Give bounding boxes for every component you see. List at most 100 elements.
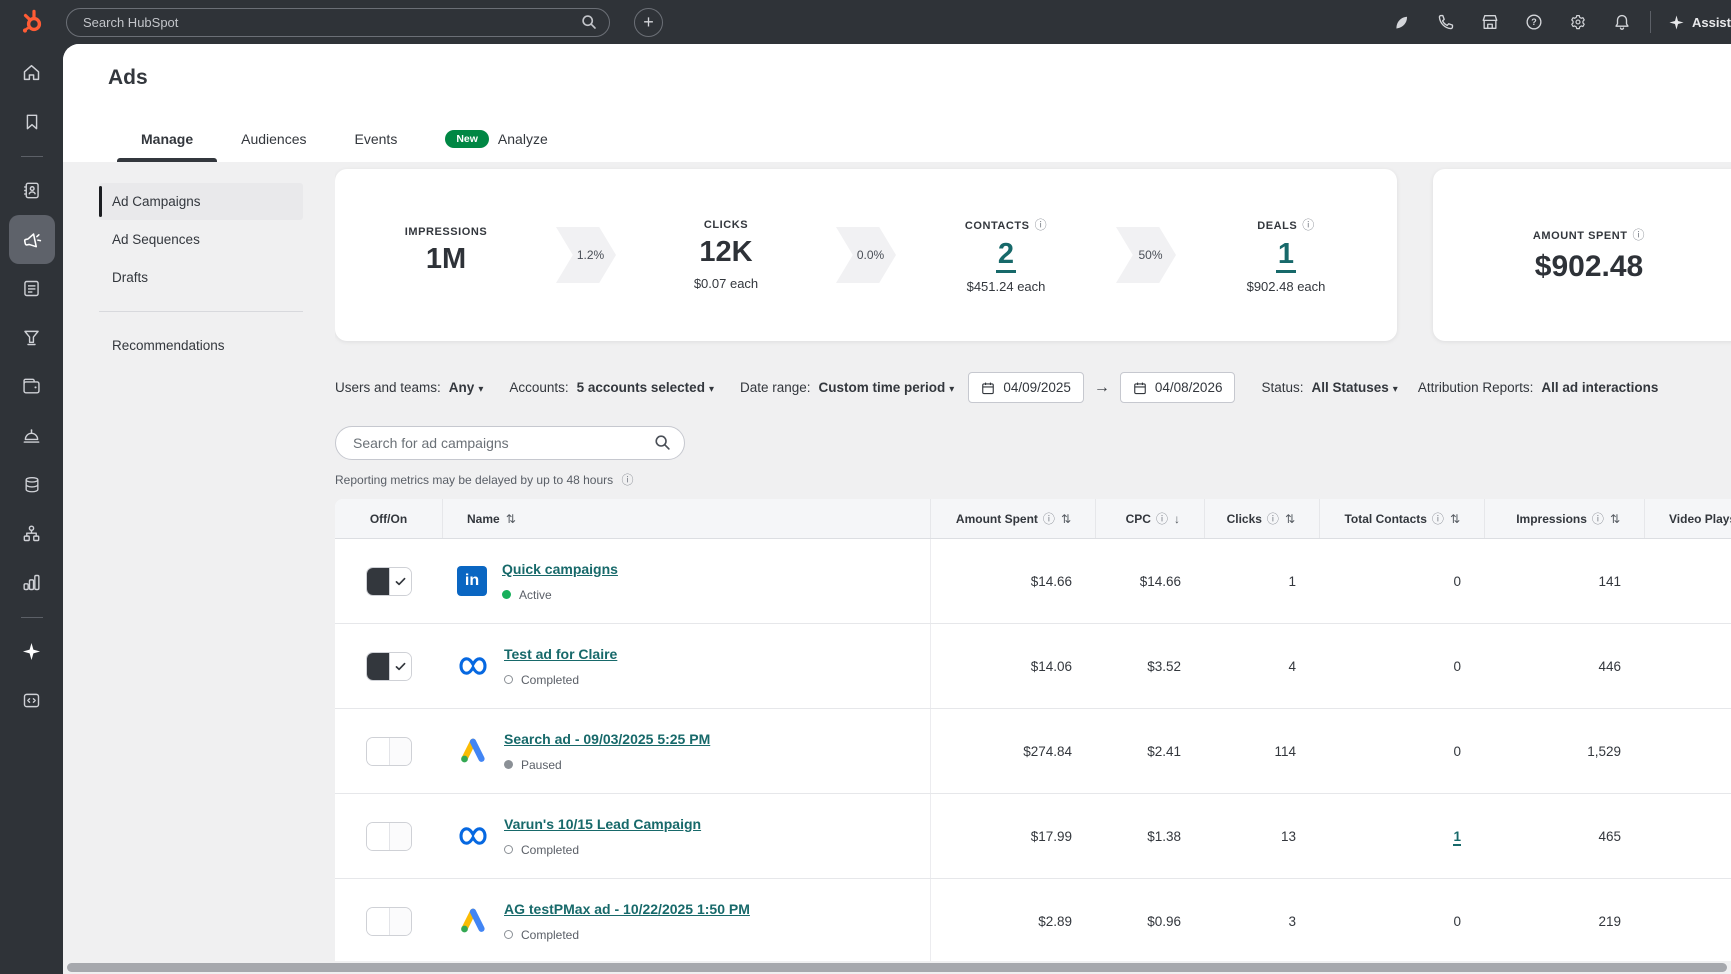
global-search-input[interactable] <box>66 8 610 37</box>
page-title: Ads <box>108 66 148 90</box>
nav-automation-icon[interactable] <box>9 509 55 558</box>
date-range-dropdown[interactable]: Custom time period▾ <box>819 380 955 395</box>
metric-label: CONTACTSⓘ <box>911 216 1101 233</box>
deals-count-link[interactable]: 1 <box>1276 238 1296 273</box>
info-icon[interactable]: ⓘ <box>1592 510 1604 527</box>
metric-clicks: CLICKS 12K $0.07 each <box>631 219 821 291</box>
tab-audiences[interactable]: Audiences <box>217 130 330 163</box>
nav-home-icon[interactable] <box>9 48 55 97</box>
sort-icon[interactable]: ⇅ <box>1610 512 1620 526</box>
hubspot-logo-icon[interactable] <box>19 9 45 35</box>
subnav-item-ad-sequences[interactable]: Ad Sequences <box>99 221 303 258</box>
campaign-name-link[interactable]: Search ad - 09/03/2025 5:25 PM <box>504 731 710 747</box>
column-header-name[interactable]: Name⇅ <box>443 499 931 538</box>
campaign-toggle[interactable] <box>366 822 412 851</box>
nav-sales-icon[interactable] <box>9 313 55 362</box>
nav-breeze-ai-icon[interactable] <box>9 627 55 676</box>
column-header-impressions[interactable]: Impressionsⓘ⇅ <box>1485 499 1645 538</box>
name-cell: Varun's 10/15 Lead Campaign Completed <box>443 794 931 878</box>
clicks-cell: 4 <box>1205 659 1320 674</box>
sort-icon[interactable]: ⇅ <box>1450 512 1460 526</box>
total-contacts-link[interactable]: 1 <box>1453 829 1461 846</box>
tab-analyze[interactable]: New Analyze <box>421 130 571 163</box>
subnav-item-ad-campaigns[interactable]: Ad Campaigns <box>99 183 303 220</box>
sort-icon[interactable]: ⇅ <box>1061 512 1071 526</box>
clicks-cell: 1 <box>1205 574 1320 589</box>
name-cell: AG testPMax ad - 10/22/2025 1:50 PM Comp… <box>443 879 931 963</box>
clicks-cell: 13 <box>1205 829 1320 844</box>
content-area: Ad Campaigns Ad Sequences Drafts Recomme… <box>63 162 1731 974</box>
nav-service-icon[interactable] <box>9 411 55 460</box>
linkedin-icon: in <box>457 566 487 596</box>
info-icon[interactable]: ⓘ <box>1267 510 1279 527</box>
subnav-item-recommendations[interactable]: Recommendations <box>99 327 303 364</box>
accounts-dropdown[interactable]: 5 accounts selected▾ <box>577 380 714 395</box>
column-header-amount-spent[interactable]: Amount Spentⓘ⇅ <box>931 499 1096 538</box>
column-header-video-plays[interactable]: Video Plays <box>1645 499 1731 538</box>
info-icon[interactable]: ⓘ <box>1035 218 1048 232</box>
status-label: Active <box>519 588 552 602</box>
campaign-name-link[interactable]: AG testPMax ad - 10/22/2025 1:50 PM <box>504 901 750 917</box>
campaign-toggle[interactable] <box>366 567 412 596</box>
info-icon[interactable]: ⓘ <box>622 473 634 487</box>
info-icon[interactable]: ⓘ <box>1302 218 1315 232</box>
status-label: Completed <box>521 843 579 857</box>
tab-events[interactable]: Events <box>331 130 422 163</box>
sort-icon[interactable]: ↓ <box>1174 512 1180 526</box>
column-header-cpc[interactable]: CPCⓘ↓ <box>1096 499 1205 538</box>
calling-icon[interactable] <box>1436 12 1456 32</box>
scrollbar-thumb[interactable] <box>67 963 1727 972</box>
amount-spent-value: $902.48 <box>1535 250 1643 284</box>
settings-icon[interactable] <box>1568 12 1588 32</box>
campaign-name-link[interactable]: Quick campaigns <box>502 561 618 577</box>
assist-button[interactable]: Assist <box>1669 15 1731 30</box>
status-label: Completed <box>521 928 579 942</box>
campaign-search-input[interactable] <box>335 426 685 460</box>
tab-manage[interactable]: Manage <box>117 130 217 163</box>
meta-icon <box>457 650 489 682</box>
info-icon[interactable]: ⓘ <box>1633 228 1646 242</box>
start-date-input[interactable]: 04/09/2025 <box>968 372 1084 403</box>
campaign-toggle[interactable] <box>366 652 412 681</box>
subnav-item-drafts[interactable]: Drafts <box>99 259 303 296</box>
users-teams-dropdown[interactable]: Any▾ <box>449 380 484 395</box>
status-dot-icon <box>504 845 513 854</box>
nav-content-icon[interactable] <box>9 264 55 313</box>
status-dropdown[interactable]: All Statuses▾ <box>1312 380 1398 395</box>
nav-developer-icon[interactable] <box>9 676 55 725</box>
marketplace-icon[interactable] <box>1480 12 1500 32</box>
nav-reporting-icon[interactable] <box>9 558 55 607</box>
campaign-name-link[interactable]: Varun's 10/15 Lead Campaign <box>504 816 701 832</box>
end-date-input[interactable]: 04/08/2026 <box>1120 372 1236 403</box>
create-button[interactable]: + <box>634 8 663 37</box>
campaign-toggle[interactable] <box>366 907 412 936</box>
info-icon[interactable]: ⓘ <box>1043 510 1055 527</box>
help-icon[interactable]: ? <box>1524 12 1544 32</box>
nav-marketing-icon[interactable] <box>9 215 55 264</box>
date-range-label: Date range: <box>740 380 811 395</box>
campaign-name-link[interactable]: Test ad for Claire <box>504 646 617 662</box>
attribution-dropdown[interactable]: All ad interactions <box>1541 380 1658 395</box>
nav-data-icon[interactable] <box>9 460 55 509</box>
metric-label: CLICKS <box>631 219 821 231</box>
column-header-total-contacts[interactable]: Total Contactsⓘ⇅ <box>1320 499 1485 538</box>
column-header-clicks[interactable]: Clicksⓘ⇅ <box>1205 499 1320 538</box>
rail-divider <box>21 156 43 157</box>
check-icon <box>394 575 407 588</box>
copilot-icon[interactable] <box>1392 12 1412 32</box>
sort-icon[interactable]: ⇅ <box>506 512 516 526</box>
impressions-cell: 446 <box>1485 659 1645 674</box>
column-header-off-on[interactable]: Off/On <box>335 499 443 538</box>
info-icon[interactable]: ⓘ <box>1156 510 1168 527</box>
name-cell: Search ad - 09/03/2025 5:25 PM Paused <box>443 709 931 793</box>
cpc-cell: $2.41 <box>1096 744 1205 759</box>
nav-crm-contacts-icon[interactable] <box>9 166 55 215</box>
campaign-toggle[interactable] <box>366 737 412 766</box>
contacts-count-link[interactable]: 2 <box>996 238 1016 273</box>
nav-bookmarks-icon[interactable] <box>9 97 55 146</box>
sort-icon[interactable]: ⇅ <box>1285 512 1295 526</box>
status-dot-icon <box>502 590 511 599</box>
notifications-icon[interactable] <box>1612 12 1632 32</box>
nav-commerce-icon[interactable] <box>9 362 55 411</box>
info-icon[interactable]: ⓘ <box>1432 510 1444 527</box>
